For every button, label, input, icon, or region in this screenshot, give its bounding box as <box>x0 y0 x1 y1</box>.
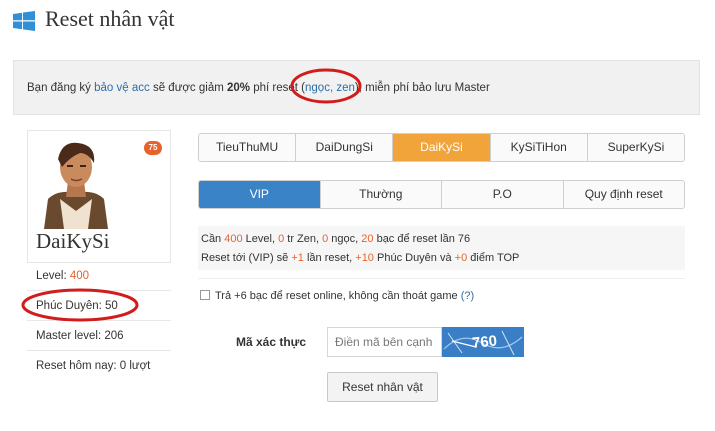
level-badge: 75 <box>144 141 162 155</box>
info-text: ngọc, <box>328 233 362 245</box>
info-text: Phúc Duyên và <box>373 252 455 264</box>
info-value: +0 <box>454 252 468 264</box>
tab-thuong[interactable]: Thường <box>320 181 442 208</box>
tab-tieuthumu[interactable]: TieuThuMU <box>199 134 297 161</box>
page-title: Reset nhân vật <box>45 6 175 31</box>
gem-zen-link[interactable]: ngọc, zen <box>305 82 355 94</box>
windows-icon <box>13 11 35 31</box>
captcha-image[interactable]: 760 <box>442 327 524 357</box>
character-profile: 75 DaiKySi Level: 400 Phúc Duyên: 50 Mas… <box>27 130 171 386</box>
notice-text: phí reset ( <box>250 82 306 94</box>
info-text: tr Zen, <box>284 233 323 245</box>
info-text: Reset tới (VIP) sẽ <box>201 252 292 264</box>
tab-quy-dinh-reset[interactable]: Quy định reset <box>563 181 684 208</box>
requirement-line: Cần 400 Level, 0 tr Zen, 0 ngọc, 20 bạc … <box>201 233 470 245</box>
notice-text: Bạn đăng ký <box>27 82 95 94</box>
stat-master-level: Master level: 206 <box>27 321 171 351</box>
character-name: DaiKySi <box>36 229 110 253</box>
info-text: Level, <box>242 233 279 245</box>
info-value: 20 <box>361 233 374 245</box>
protect-account-link[interactable]: bảo vệ acc <box>94 82 150 94</box>
info-text: Cần <box>201 233 225 245</box>
captcha-input[interactable] <box>327 327 442 357</box>
reset-requirements: Cần 400 Level, 0 tr Zen, 0 ngọc, 20 bạc … <box>198 226 685 270</box>
info-value: +10 <box>355 252 374 264</box>
tab-kysitihon[interactable]: KySiTiHon <box>490 134 588 161</box>
tab-daikysi[interactable]: DaiKySi <box>393 134 491 161</box>
online-reset-label: Trả +6 bạc để reset online, không cần th… <box>215 290 461 302</box>
tab-daidungsi[interactable]: DaiDungSi <box>296 134 394 161</box>
stat-phuc-duyen: Phúc Duyên: 50 <box>27 291 171 321</box>
tab-po[interactable]: P.O <box>442 181 564 208</box>
avatar-card: 75 DaiKySi <box>27 130 171 263</box>
notice-text: sẽ được giảm <box>149 82 228 94</box>
tab-vip[interactable]: VIP <box>199 181 321 208</box>
divider <box>198 278 685 279</box>
discount-value: 20% <box>227 82 251 94</box>
page-header: Reset nhân vật <box>0 0 715 44</box>
online-reset-checkbox[interactable] <box>200 290 210 300</box>
character-avatar <box>36 137 116 229</box>
info-text: bạc để reset lần 76 <box>373 233 471 245</box>
stat-level: Level: 400 <box>27 261 171 291</box>
info-text: điểm TOP <box>467 252 520 264</box>
captcha-label: Mã xác thực <box>236 335 307 349</box>
reward-line: Reset tới (VIP) sẽ +1 lần reset, +10 Phú… <box>201 252 519 264</box>
captcha-code: 760 <box>471 332 498 352</box>
reset-character-button[interactable]: Reset nhân vật <box>327 372 438 402</box>
help-link[interactable]: (?) <box>461 290 474 302</box>
reset-mode-tabs: VIP Thường P.O Quy định reset <box>198 180 685 209</box>
online-reset-option: Trả +6 bạc để reset online, không cần th… <box>200 290 474 302</box>
level-label: Level: <box>36 270 70 282</box>
stat-reset-today: Reset hôm nay: 0 lượt <box>36 360 151 372</box>
info-value: +1 <box>291 252 304 264</box>
tab-superkysi[interactable]: SuperKySi <box>587 134 684 161</box>
notice-text: ), miễn phí bảo lưu Master <box>354 82 490 94</box>
class-tabs: TieuThuMU DaiDungSi DaiKySi KySiTiHon Su… <box>198 133 685 162</box>
info-value: 400 <box>224 233 243 245</box>
level-value: 400 <box>69 270 90 282</box>
info-text: lần reset, <box>303 252 356 264</box>
discount-notice: Bạn đăng ký bảo vệ acc sẽ được giảm 20% … <box>13 60 700 115</box>
